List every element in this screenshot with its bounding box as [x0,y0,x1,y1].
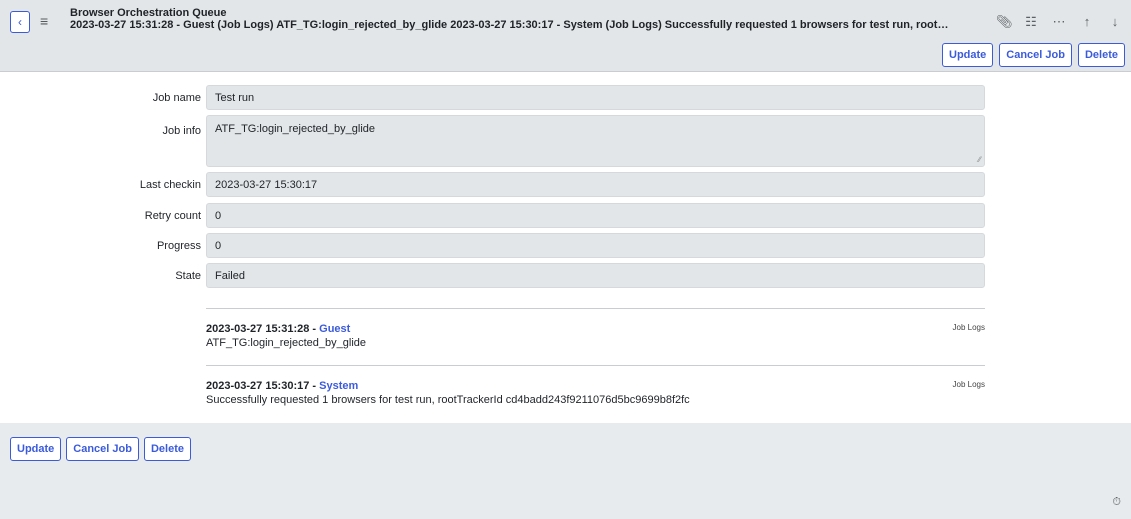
entry-tag: Job Logs [952,323,985,332]
cancel-job-button[interactable]: Cancel Job [66,437,139,461]
form-header: ‹ ≡ Browser Orchestration Queue 2023-03-… [0,0,1131,72]
activity-entry: 2023-03-27 15:30:17 - System Successfull… [206,380,985,406]
activity-entry: 2023-03-27 15:31:28 - Guest ATF_TG:login… [206,323,985,349]
last-checkin-label: Last checkin [139,179,201,191]
job-name-field[interactable]: Test run [206,85,985,110]
entry-header: 2023-03-27 15:31:28 - Guest [206,323,985,335]
last-checkin-field[interactable]: 2023-03-27 15:30:17 [206,172,985,197]
entry-user-link[interactable]: System [319,380,358,392]
entry-separator: - [309,380,320,392]
form-footer: Update Cancel Job Delete ⏱︎ [0,423,1131,519]
header-actions: Update Cancel Job Delete [942,43,1125,67]
progress-field[interactable]: 0 [206,233,985,258]
settings-sliders-icon[interactable]: ☷ [1024,14,1038,30]
progress-value: 0 [215,239,222,252]
entry-timestamp: 2023-03-27 15:30:17 [206,380,310,392]
entry-text: Successfully requested 1 browsers for te… [206,394,690,406]
paperclip-icon[interactable]: 📎︎ [996,14,1013,30]
job-name-value: Test run [215,91,255,104]
header-icon-bar: 📎︎ ☷ ⋯ ↑ ↓ [996,14,1122,30]
context-menu-icon[interactable]: ≡ [40,12,52,30]
page-subtitle: 2023-03-27 15:31:28 - Guest (Job Logs) A… [70,19,950,31]
job-info-value: ATF_TG:login_rejected_by_glide [215,123,375,135]
more-icon[interactable]: ⋯ [1052,14,1066,30]
retry-count-value: 0 [215,209,222,222]
entry-header: 2023-03-27 15:30:17 - System [206,380,985,392]
update-button[interactable]: Update [942,43,994,67]
entry-text: ATF_TG:login_rejected_by_glide [206,337,366,349]
update-button[interactable]: Update [10,437,62,461]
activity-divider [206,365,985,366]
activity-stream: 2023-03-27 15:31:28 - Guest ATF_TG:login… [206,308,985,406]
job-info-textarea[interactable]: ATF_TG:login_rejected_by_glide ∕∕ [206,115,985,167]
retry-count-label: Retry count [144,210,201,222]
footer-actions: Update Cancel Job Delete [10,437,191,461]
retry-count-field[interactable]: 0 [206,203,985,228]
timer-icon[interactable]: ⏱︎ [1112,496,1121,509]
job-name-label: Job name [152,92,201,104]
entry-timestamp: 2023-03-27 15:31:28 [206,323,310,335]
delete-button[interactable]: Delete [143,437,191,461]
cancel-job-button[interactable]: Cancel Job [999,43,1072,67]
progress-label: Progress [156,240,201,252]
state-value: Failed [215,269,245,282]
state-label: State [175,270,201,282]
state-field[interactable]: Failed [206,263,985,288]
entry-separator: - [309,323,320,335]
resize-handle-icon[interactable]: ∕∕ [978,155,981,164]
job-info-label: Job info [162,125,201,137]
back-button[interactable]: ‹ [10,11,30,33]
last-checkin-value: 2023-03-27 15:30:17 [215,178,318,191]
chevron-left-icon: ‹ [18,15,22,29]
entry-user-link[interactable]: Guest [319,323,350,335]
arrow-down-icon[interactable]: ↓ [1108,14,1122,30]
arrow-up-icon[interactable]: ↑ [1080,14,1094,30]
entry-tag: Job Logs [952,380,985,389]
page-title: Browser Orchestration Queue [70,7,227,19]
delete-button[interactable]: Delete [1077,43,1125,67]
